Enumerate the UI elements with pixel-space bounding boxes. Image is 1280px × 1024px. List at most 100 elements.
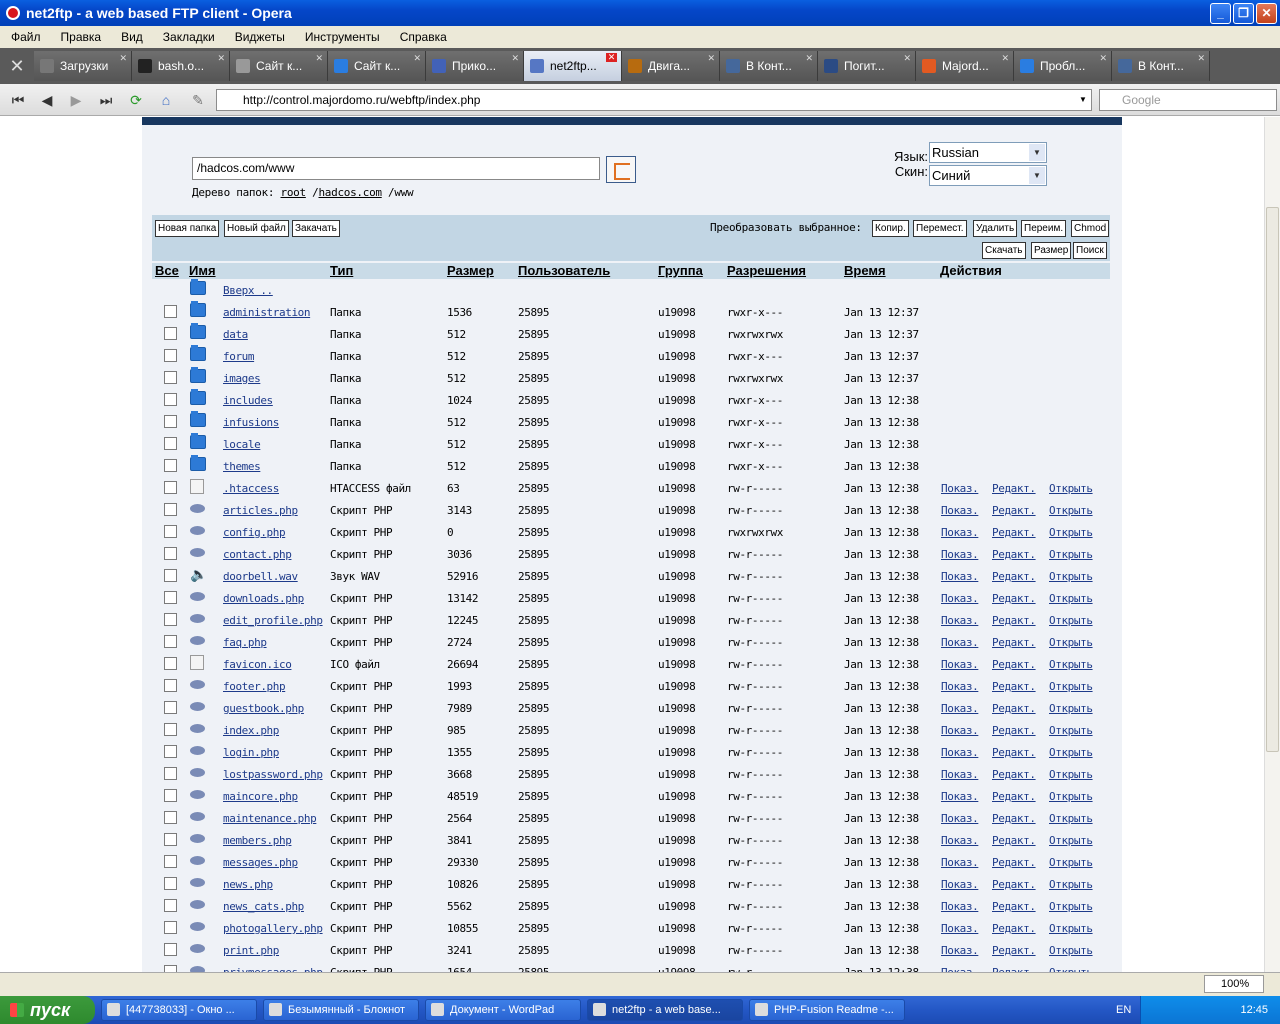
row-checkbox[interactable]: [164, 789, 177, 802]
file-name-link[interactable]: guestbook.php: [223, 702, 304, 715]
edit-icon[interactable]: ✎: [186, 90, 210, 110]
edit-link[interactable]: Редакт.: [992, 878, 1036, 891]
col-all[interactable]: Все: [155, 263, 179, 279]
col-name[interactable]: Имя: [189, 263, 216, 279]
directory-input[interactable]: /hadcos.com/www: [192, 157, 600, 180]
file-name-link[interactable]: footer.php: [223, 680, 286, 693]
taskbar-task[interactable]: PHP-Fusion Readme -...: [749, 999, 905, 1021]
open-link[interactable]: Открыть: [1049, 658, 1093, 671]
tab-close-icon[interactable]: ✕: [1099, 53, 1107, 64]
scroll-thumb[interactable]: [1266, 207, 1279, 752]
view-link[interactable]: Показ.: [941, 680, 979, 693]
menu-view[interactable]: Вид: [110, 30, 152, 44]
view-link[interactable]: Показ.: [941, 702, 979, 715]
row-checkbox[interactable]: [164, 481, 177, 494]
view-link[interactable]: Показ.: [941, 548, 979, 561]
tree-mid-link[interactable]: hadcos.com: [318, 186, 382, 199]
row-checkbox[interactable]: [164, 833, 177, 846]
reload-icon[interactable]: ⟳: [124, 90, 148, 110]
up-link[interactable]: Вверх ..: [223, 284, 273, 297]
row-checkbox[interactable]: [164, 569, 177, 582]
edit-link[interactable]: Редакт.: [992, 592, 1036, 605]
tab[interactable]: Загрузки ✕: [34, 51, 132, 81]
edit-link[interactable]: Редакт.: [992, 526, 1036, 539]
row-checkbox[interactable]: [164, 877, 177, 890]
row-checkbox[interactable]: [164, 701, 177, 714]
file-name-link[interactable]: doorbell.wav: [223, 570, 298, 583]
tab[interactable]: Погит... ✕: [818, 51, 916, 81]
row-checkbox[interactable]: [164, 503, 177, 516]
view-link[interactable]: Показ.: [941, 746, 979, 759]
col-time[interactable]: Время: [844, 263, 886, 279]
edit-link[interactable]: Редакт.: [992, 658, 1036, 671]
close-button[interactable]: ✕: [1256, 3, 1277, 24]
row-checkbox[interactable]: [164, 899, 177, 912]
row-checkbox[interactable]: [164, 723, 177, 736]
open-link[interactable]: Открыть: [1049, 856, 1093, 869]
open-link[interactable]: Открыть: [1049, 922, 1093, 935]
col-type[interactable]: Тип: [330, 263, 353, 279]
file-name-link[interactable]: messages.php: [223, 856, 298, 869]
file-name-link[interactable]: administration: [223, 306, 311, 319]
file-name-link[interactable]: articles.php: [223, 504, 298, 517]
new-folder-button[interactable]: Новая папка: [155, 220, 220, 237]
rewind-icon[interactable]: ⏮: [6, 90, 30, 110]
edit-link[interactable]: Редакт.: [992, 768, 1036, 781]
view-link[interactable]: Показ.: [941, 482, 979, 495]
col-size[interactable]: Размер: [447, 263, 494, 279]
file-name-link[interactable]: news.php: [223, 878, 273, 891]
tab[interactable]: Majord... ✕: [916, 51, 1014, 81]
file-name-link[interactable]: lostpassword.php: [223, 768, 323, 781]
chmod-button[interactable]: Chmod: [1071, 220, 1110, 237]
zoom-control[interactable]: 100%: [1204, 975, 1264, 993]
edit-link[interactable]: Редакт.: [992, 548, 1036, 561]
file-name-link[interactable]: includes: [223, 394, 273, 407]
view-link[interactable]: Показ.: [941, 592, 979, 605]
file-name-link[interactable]: images: [223, 372, 261, 385]
row-checkbox[interactable]: [164, 767, 177, 780]
open-link[interactable]: Открыть: [1049, 526, 1093, 539]
taskbar-task[interactable]: [447738033] - Окно ...: [101, 999, 257, 1021]
edit-link[interactable]: Редакт.: [992, 812, 1036, 825]
row-checkbox[interactable]: [164, 657, 177, 670]
file-name-link[interactable]: login.php: [223, 746, 279, 759]
col-perms[interactable]: Разрешения: [727, 263, 806, 279]
minimize-button[interactable]: _: [1210, 3, 1231, 24]
file-name-link[interactable]: edit_profile.php: [223, 614, 323, 627]
edit-link[interactable]: Редакт.: [992, 702, 1036, 715]
open-link[interactable]: Открыть: [1049, 834, 1093, 847]
file-name-link[interactable]: faq.php: [223, 636, 267, 649]
new-file-button[interactable]: Новый файл: [224, 220, 289, 237]
file-name-link[interactable]: data: [223, 328, 248, 341]
edit-link[interactable]: Редакт.: [992, 504, 1036, 517]
taskbar-task[interactable]: Безымянный - Блокнот: [263, 999, 419, 1021]
view-link[interactable]: Показ.: [941, 922, 979, 935]
edit-link[interactable]: Редакт.: [992, 856, 1036, 869]
maximize-button[interactable]: ❐: [1233, 3, 1254, 24]
open-link[interactable]: Открыть: [1049, 680, 1093, 693]
view-link[interactable]: Показ.: [941, 878, 979, 891]
tab-close-icon[interactable]: ✕: [606, 53, 617, 62]
view-link[interactable]: Показ.: [941, 504, 979, 517]
col-user[interactable]: Пользователь: [518, 263, 610, 279]
view-link[interactable]: Показ.: [941, 768, 979, 781]
open-link[interactable]: Открыть: [1049, 790, 1093, 803]
file-name-link[interactable]: members.php: [223, 834, 292, 847]
menu-file[interactable]: Файл: [0, 30, 50, 44]
row-checkbox[interactable]: [164, 371, 177, 384]
start-button[interactable]: пуск: [0, 996, 95, 1024]
copy-button[interactable]: Копир.: [872, 220, 909, 237]
file-name-link[interactable]: locale: [223, 438, 261, 451]
menu-bookmarks[interactable]: Закладки: [152, 30, 224, 44]
edit-link[interactable]: Редакт.: [992, 636, 1036, 649]
row-checkbox[interactable]: [164, 613, 177, 626]
row-checkbox[interactable]: [164, 459, 177, 472]
file-name-link[interactable]: infusions: [223, 416, 279, 429]
language-select[interactable]: Russian ▼: [929, 142, 1047, 163]
tab[interactable]: Двига... ✕: [622, 51, 720, 81]
home-icon[interactable]: ⌂: [154, 90, 178, 110]
tree-root-link[interactable]: root: [281, 186, 307, 199]
edit-link[interactable]: Редакт.: [992, 746, 1036, 759]
fast-forward-icon[interactable]: ⏭: [94, 90, 118, 110]
file-name-link[interactable]: print.php: [223, 944, 279, 957]
